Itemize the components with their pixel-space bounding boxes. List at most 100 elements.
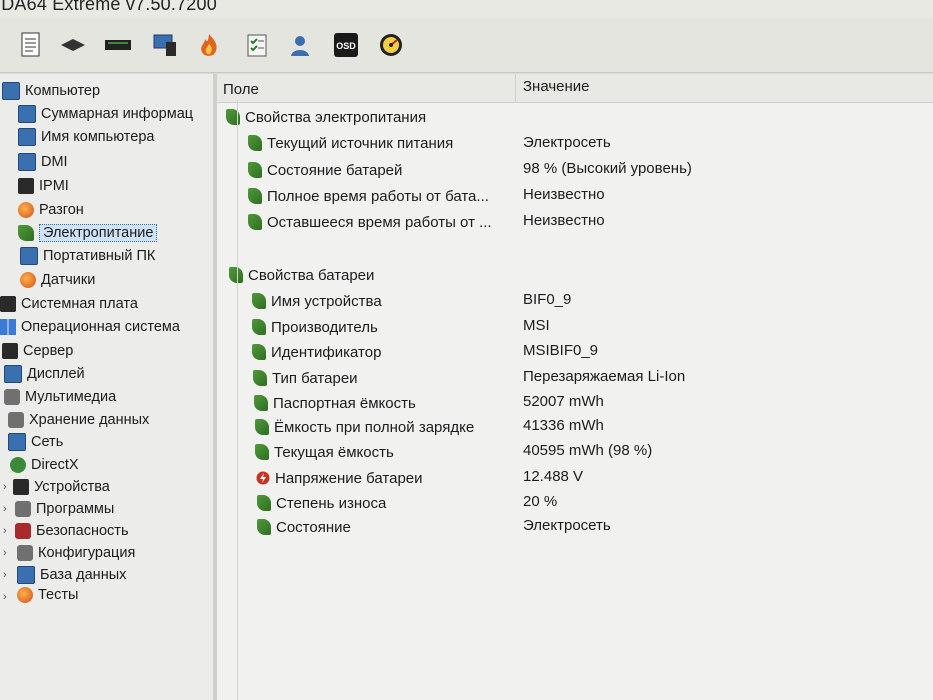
tree-item-summary[interactable]: Суммарная информац <box>18 104 193 124</box>
table-row[interactable]: Ёмкость при полной зарядке <box>255 417 474 437</box>
tree-item-computer[interactable]: Компьютер <box>2 81 100 101</box>
motherboard-icon[interactable] <box>103 30 133 60</box>
memory-icon[interactable] <box>58 30 88 60</box>
server-icon <box>18 178 34 194</box>
expand-arrow-icon[interactable]: › <box>3 503 7 515</box>
tree-item-network[interactable]: Сеть <box>8 432 63 452</box>
tree-item-os[interactable]: Операционная система <box>0 317 180 337</box>
computer-icon <box>18 153 36 171</box>
osd-icon[interactable]: OSD <box>331 30 361 60</box>
tree-item-directx[interactable]: DirectX <box>10 455 79 475</box>
tree-item-portable[interactable]: Портативный ПК <box>20 246 155 266</box>
column-header-field[interactable]: Поле <box>223 81 259 98</box>
monitor-icon <box>4 365 22 383</box>
table-row[interactable]: Идентификатор <box>252 342 381 362</box>
power-icon <box>248 214 262 230</box>
toolbar: OSD <box>0 18 933 73</box>
flame-icon[interactable] <box>194 30 224 60</box>
flame-icon <box>18 202 34 218</box>
power-icon <box>248 135 262 151</box>
row-value: 12.488 V <box>523 468 584 485</box>
expand-arrow-icon[interactable]: › <box>3 569 7 581</box>
database-icon <box>17 566 35 584</box>
row-value: 41336 mWh <box>523 417 604 434</box>
tree-item-database[interactable]: База данных <box>17 565 126 585</box>
table-row[interactable]: Производитель <box>252 317 378 337</box>
row-value: Неизвестно <box>523 212 605 229</box>
table-row[interactable]: Оставшееся время работы от ... <box>248 212 492 232</box>
motherboard-icon <box>0 296 16 312</box>
section-header-power-properties[interactable]: Свойства электропитания <box>226 107 426 127</box>
power-icon <box>254 395 268 411</box>
laptop-icon <box>20 247 38 265</box>
tree-item-programs[interactable]: Программы <box>15 499 114 519</box>
report-icon[interactable] <box>16 30 46 60</box>
expand-arrow-icon[interactable]: › <box>3 525 7 537</box>
navigation-tree: ▾ Компьютер Суммарная информац Имя компь… <box>0 74 213 700</box>
power-icon <box>252 344 266 360</box>
row-value: Неизвестно <box>523 186 605 203</box>
column-divider[interactable] <box>515 74 516 102</box>
power-icon <box>255 419 269 435</box>
power-icon <box>253 370 267 386</box>
tree-item-devices[interactable]: Устройства <box>13 477 110 497</box>
table-row[interactable]: Состояние батарей <box>248 160 402 180</box>
computer-icon <box>2 82 20 100</box>
computer-icon <box>18 128 36 146</box>
table-row[interactable]: Имя устройства <box>252 291 382 311</box>
row-value: 98 % (Высокий уровень) <box>523 160 692 177</box>
tree-item-security[interactable]: Безопасность <box>15 521 129 541</box>
server-icon <box>2 343 18 359</box>
tree-item-motherboard[interactable]: Системная плата <box>0 294 138 314</box>
osd-label: OSD <box>336 41 356 51</box>
table-row[interactable]: Паспортная ёмкость <box>254 393 416 413</box>
power-icon <box>18 225 34 241</box>
table-row[interactable]: Напряжение батареи <box>256 468 423 488</box>
tree-item-overclock[interactable]: Разгон <box>18 200 84 220</box>
programs-icon <box>15 501 31 517</box>
computer-icon[interactable] <box>150 30 180 60</box>
tree-item-multimedia[interactable]: Мультимедиа <box>4 387 116 407</box>
computer-icon <box>18 105 36 123</box>
row-value: Электросеть <box>523 134 611 151</box>
table-row[interactable]: Текущая ёмкость <box>255 442 394 462</box>
gauge-icon[interactable] <box>376 30 406 60</box>
tree-item-power[interactable]: Электропитание <box>18 223 158 243</box>
row-value: MSI <box>523 317 550 334</box>
power-icon <box>255 444 269 460</box>
tree-item-config[interactable]: Конфигурация <box>17 543 135 563</box>
tree-item-dmi[interactable]: DMI <box>18 152 68 172</box>
windows-icon <box>0 319 16 335</box>
column-header-value[interactable]: Значение <box>523 78 590 95</box>
table-row[interactable]: Полное время работы от бата... <box>248 186 489 206</box>
expand-arrow-icon[interactable]: › <box>3 591 7 603</box>
table-row[interactable]: Состояние <box>257 517 351 537</box>
table-row[interactable]: Текущий источник питания <box>248 133 453 153</box>
tree-item-benchmarks[interactable]: Тесты <box>17 585 78 605</box>
xbox-icon <box>10 457 26 473</box>
tree-item-sensors[interactable]: Датчики <box>20 270 95 290</box>
row-value: 20 % <box>523 493 558 510</box>
tree-item-ipmi[interactable]: IPMI <box>18 176 69 196</box>
shield-icon <box>15 523 31 539</box>
power-icon <box>257 519 271 535</box>
expand-arrow-icon[interactable]: › <box>3 547 7 559</box>
row-value: MSIBIF0_9 <box>523 342 599 359</box>
table-row[interactable]: Тип батареи <box>253 368 358 388</box>
storage-icon <box>8 412 24 428</box>
row-value: 52007 mWh <box>523 393 604 410</box>
expand-arrow-icon[interactable]: › <box>3 481 7 493</box>
power-icon <box>252 293 266 309</box>
row-value: Перезаряжаемая Li-Ion <box>523 368 686 385</box>
row-value: Электросеть <box>523 517 611 534</box>
tree-item-computer-name[interactable]: Имя компьютера <box>18 127 154 147</box>
table-row[interactable]: Степень износа <box>257 493 386 513</box>
tree-item-storage[interactable]: Хранение данных <box>8 410 149 430</box>
power-icon <box>229 267 243 283</box>
checklist-icon[interactable] <box>242 30 272 60</box>
section-header-battery-properties[interactable]: Свойства батареи <box>229 265 374 285</box>
tree-item-display[interactable]: Дисплей <box>4 364 85 384</box>
user-icon[interactable] <box>285 30 315 60</box>
tree-item-server[interactable]: Сервер <box>2 341 73 361</box>
row-value: 40595 mWh (98 %) <box>523 442 653 459</box>
